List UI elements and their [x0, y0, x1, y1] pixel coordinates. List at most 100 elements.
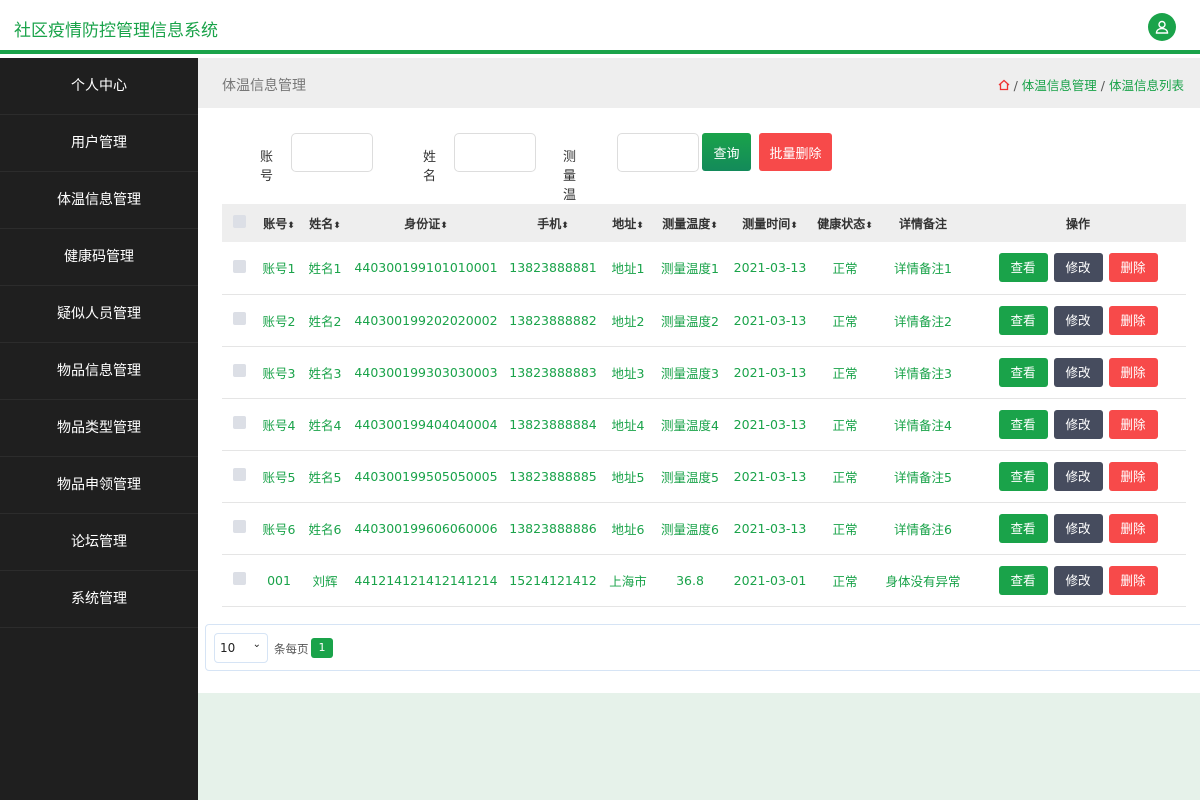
table-cell: 账号5 [256, 450, 302, 502]
table-cell: 正常 [814, 346, 876, 398]
table-cell: 详情备注4 [876, 398, 970, 450]
sidebar-item[interactable]: 物品类型管理 [0, 400, 198, 457]
column-header[interactable]: 身份证⬍ [348, 204, 504, 242]
sort-icon[interactable]: ⬍ [287, 221, 295, 231]
edit-button[interactable]: 修改 [1054, 462, 1103, 491]
sidebar-item[interactable]: 物品信息管理 [0, 343, 198, 400]
view-button[interactable]: 查看 [999, 514, 1048, 543]
view-button[interactable]: 查看 [999, 253, 1048, 282]
view-button[interactable]: 查看 [999, 358, 1048, 387]
view-button[interactable]: 查看 [999, 566, 1048, 595]
sort-icon[interactable]: ⬍ [710, 221, 718, 231]
sort-icon[interactable]: ⬍ [865, 221, 873, 231]
column-header[interactable]: 手机⬍ [504, 204, 602, 242]
delete-button[interactable]: 删除 [1109, 514, 1158, 543]
app-title: 社区疫情防控管理信息系统 [14, 16, 218, 41]
sidebar-item[interactable]: 疑似人员管理 [0, 286, 198, 343]
column-header[interactable]: 姓名⬍ [302, 204, 348, 242]
breadcrumb-item[interactable]: 体温信息管理 [1022, 78, 1097, 93]
table-cell: 2021-03-01 [726, 554, 814, 606]
account-label: 账号 [260, 146, 273, 184]
column-header[interactable]: 健康状态⬍ [814, 204, 876, 242]
edit-button[interactable]: 修改 [1054, 253, 1103, 282]
sort-icon[interactable]: ⬍ [440, 221, 448, 231]
breadcrumb-item[interactable]: 体温信息列表 [1109, 78, 1184, 93]
delete-button[interactable]: 删除 [1109, 306, 1158, 335]
column-header[interactable]: 地址⬍ [602, 204, 654, 242]
delete-button[interactable]: 删除 [1109, 358, 1158, 387]
sidebar-item[interactable]: 体温信息管理 [0, 172, 198, 229]
batch-delete-button[interactable]: 批量删除 [759, 133, 832, 171]
sort-icon[interactable]: ⬍ [561, 221, 569, 231]
column-header[interactable]: 测量温度⬍ [654, 204, 726, 242]
edit-button[interactable]: 修改 [1054, 410, 1103, 439]
table-cell: 正常 [814, 294, 876, 346]
temperature-table: 账号⬍姓名⬍身份证⬍手机⬍地址⬍测量温度⬍测量时间⬍健康状态⬍详情备注操作 账号… [222, 204, 1186, 607]
table-cell: 36.8 [654, 554, 726, 606]
row-checkbox[interactable] [233, 260, 246, 273]
edit-button[interactable]: 修改 [1054, 358, 1103, 387]
table-cell: 账号1 [256, 242, 302, 294]
delete-button[interactable]: 删除 [1109, 462, 1158, 491]
sort-icon[interactable]: ⬍ [636, 221, 644, 231]
table-row: 001刘辉44121412141214121415214121412上海市36.… [222, 554, 1186, 606]
account-input[interactable] [291, 133, 373, 172]
column-header[interactable]: 测量时间⬍ [726, 204, 814, 242]
sidebar-item[interactable]: 论坛管理 [0, 514, 198, 571]
table-cell: 详情备注5 [876, 450, 970, 502]
select-all-checkbox[interactable] [222, 204, 256, 242]
edit-button[interactable]: 修改 [1054, 514, 1103, 543]
home-icon[interactable] [998, 79, 1010, 91]
table-cell: 15214121412 [504, 554, 602, 606]
pagination: 10⌄ 条每页 1 [205, 624, 1200, 671]
view-button[interactable]: 查看 [999, 410, 1048, 439]
edit-button[interactable]: 修改 [1054, 306, 1103, 335]
sidebar-item[interactable]: 物品申领管理 [0, 457, 198, 514]
delete-button[interactable]: 删除 [1109, 410, 1158, 439]
delete-button[interactable]: 删除 [1109, 566, 1158, 595]
row-checkbox[interactable] [233, 364, 246, 377]
row-checkbox[interactable] [233, 416, 246, 429]
table-cell: 姓名3 [302, 346, 348, 398]
table-cell: 正常 [814, 554, 876, 606]
table-cell: 2021-03-13 [726, 294, 814, 346]
row-checkbox[interactable] [233, 572, 246, 585]
top-header: 社区疫情防控管理信息系统 [0, 0, 1200, 54]
sidebar-item[interactable]: 健康码管理 [0, 229, 198, 286]
delete-button[interactable]: 删除 [1109, 253, 1158, 282]
column-header: 详情备注 [876, 204, 970, 242]
name-input[interactable] [454, 133, 536, 172]
table-row: 账号1姓名144030019910101000113823888881地址1测量… [222, 242, 1186, 294]
view-button[interactable]: 查看 [999, 306, 1048, 335]
row-checkbox[interactable] [233, 520, 246, 533]
table-cell: 测量温度1 [654, 242, 726, 294]
row-checkbox[interactable] [233, 468, 246, 481]
table-cell: 13823888886 [504, 502, 602, 554]
table-cell: 正常 [814, 398, 876, 450]
temp-input[interactable] [617, 133, 699, 172]
table-cell: 测量温度6 [654, 502, 726, 554]
breadcrumb-sep: / [1014, 78, 1018, 93]
edit-button[interactable]: 修改 [1054, 566, 1103, 595]
sidebar-item[interactable]: 个人中心 [0, 58, 198, 115]
table-cell: 姓名1 [302, 242, 348, 294]
table-cell: 姓名6 [302, 502, 348, 554]
table-row: 账号3姓名344030019930303000313823888883地址3测量… [222, 346, 1186, 398]
query-button[interactable]: 查询 [702, 133, 751, 171]
table-cell: 上海市 [602, 554, 654, 606]
sort-icon[interactable]: ⬍ [333, 221, 341, 231]
sidebar-item[interactable]: 用户管理 [0, 115, 198, 172]
user-avatar[interactable] [1148, 13, 1176, 41]
page-size-select[interactable]: 10⌄ [214, 633, 268, 663]
table-cell: 正常 [814, 450, 876, 502]
column-header: 操作 [970, 204, 1186, 242]
view-button[interactable]: 查看 [999, 462, 1048, 491]
column-header[interactable]: 账号⬍ [256, 204, 302, 242]
table-cell: 身体没有异常 [876, 554, 970, 606]
page-button-1[interactable]: 1 [311, 638, 333, 658]
table-cell: 2021-03-13 [726, 502, 814, 554]
table-cell: 13823888884 [504, 398, 602, 450]
row-checkbox[interactable] [233, 312, 246, 325]
sidebar-item[interactable]: 系统管理 [0, 571, 198, 628]
sort-icon[interactable]: ⬍ [790, 221, 798, 231]
